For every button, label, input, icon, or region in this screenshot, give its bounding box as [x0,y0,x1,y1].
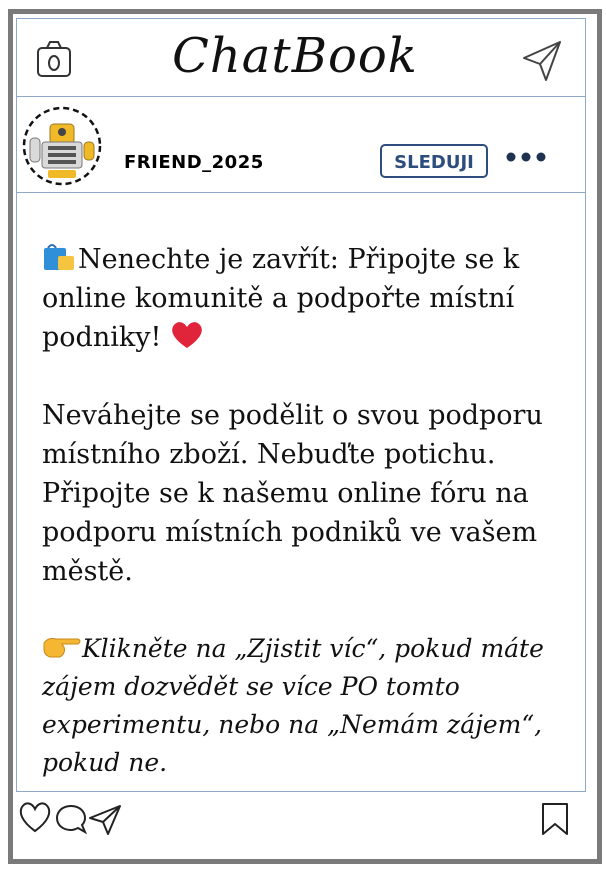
share-icon[interactable] [88,802,122,836]
more-dots-icon[interactable] [504,150,548,164]
post-text-3: Klikněte na „Zjistit víc“, pokud máte zá… [42,634,544,777]
post-paragraph-3: Klikněte na „Zjistit víc“, pokud máte zá… [42,630,562,782]
post-body: Nenechte je zavřít: Připojte se k online… [42,240,562,782]
comment-icon[interactable] [54,802,88,836]
robot-avatar-icon[interactable] [22,102,102,188]
bookmark-icon[interactable] [540,802,570,836]
profile-divider [16,192,586,193]
header-divider [16,96,586,97]
red-heart-icon [172,322,202,348]
heart-icon[interactable] [18,800,52,834]
pointing-hand-icon [43,638,81,658]
post-paragraph-2: Neváhejte se podělit o svou podporu míst… [42,400,543,587]
camera-icon[interactable] [36,40,72,78]
paper-plane-icon[interactable] [522,40,562,82]
shopping-bags-icon [44,244,74,270]
app-logo: ChatBook [172,28,418,84]
post-text-1: Nenechte je zavřít: Připojte se k online… [42,244,520,353]
post-paragraph-1: Nenechte je zavřít: Připojte se k online… [42,240,562,357]
username[interactable]: FRIEND_2025 [124,152,264,173]
follow-button[interactable]: SLEDUJI [380,144,488,178]
